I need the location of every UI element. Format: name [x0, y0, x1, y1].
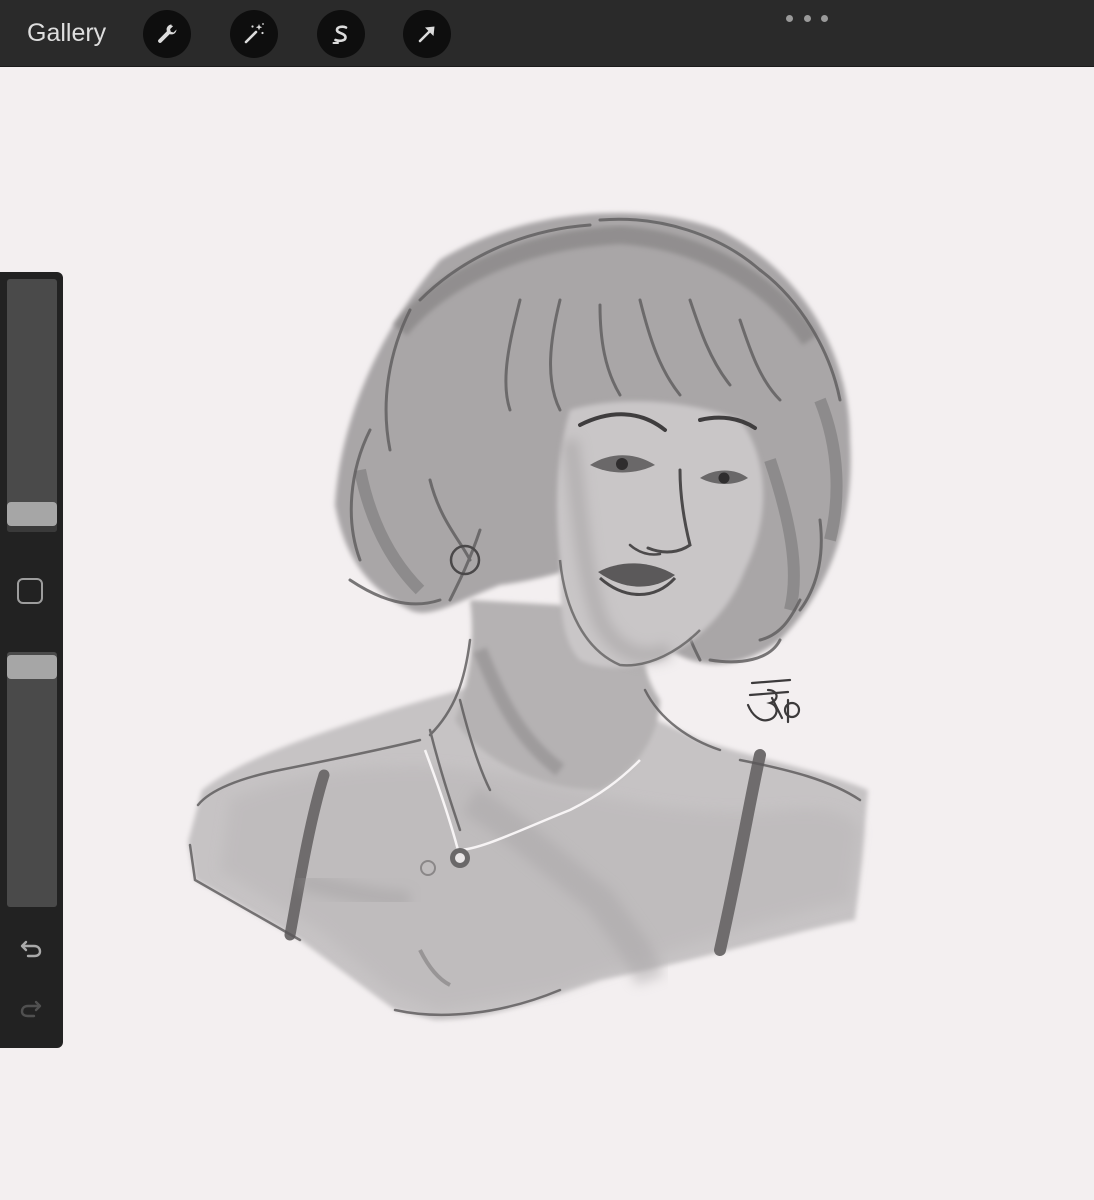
portrait-artwork	[188, 213, 868, 1020]
opacity-thumb[interactable]	[7, 655, 57, 679]
redo-icon[interactable]	[16, 992, 46, 1022]
wrench-icon	[158, 24, 177, 43]
brush-size-thumb[interactable]	[7, 502, 57, 526]
square-modify-icon[interactable]	[17, 578, 43, 604]
transform-button[interactable]	[403, 10, 451, 58]
left-sidebar	[0, 272, 63, 1048]
selection-button[interactable]	[317, 10, 365, 58]
more-dots-icon[interactable]	[786, 8, 828, 28]
gallery-button[interactable]: Gallery	[27, 18, 106, 48]
magic-wand-icon	[244, 23, 264, 44]
arrow-cursor-icon	[418, 26, 435, 43]
dot	[803, 14, 811, 22]
adjustments-wand-button[interactable]	[230, 10, 278, 58]
brush-size-slider[interactable]	[7, 279, 57, 532]
signature-mark	[746, 678, 801, 724]
drawing-canvas[interactable]	[0, 67, 1094, 1200]
opacity-slider[interactable]	[7, 652, 57, 907]
dot	[786, 14, 793, 22]
actions-wrench-button[interactable]	[143, 10, 191, 58]
dot	[821, 14, 828, 22]
selection-s-icon	[332, 25, 348, 44]
undo-icon[interactable]	[16, 932, 46, 962]
top-toolbar: Gallery	[0, 0, 1094, 67]
